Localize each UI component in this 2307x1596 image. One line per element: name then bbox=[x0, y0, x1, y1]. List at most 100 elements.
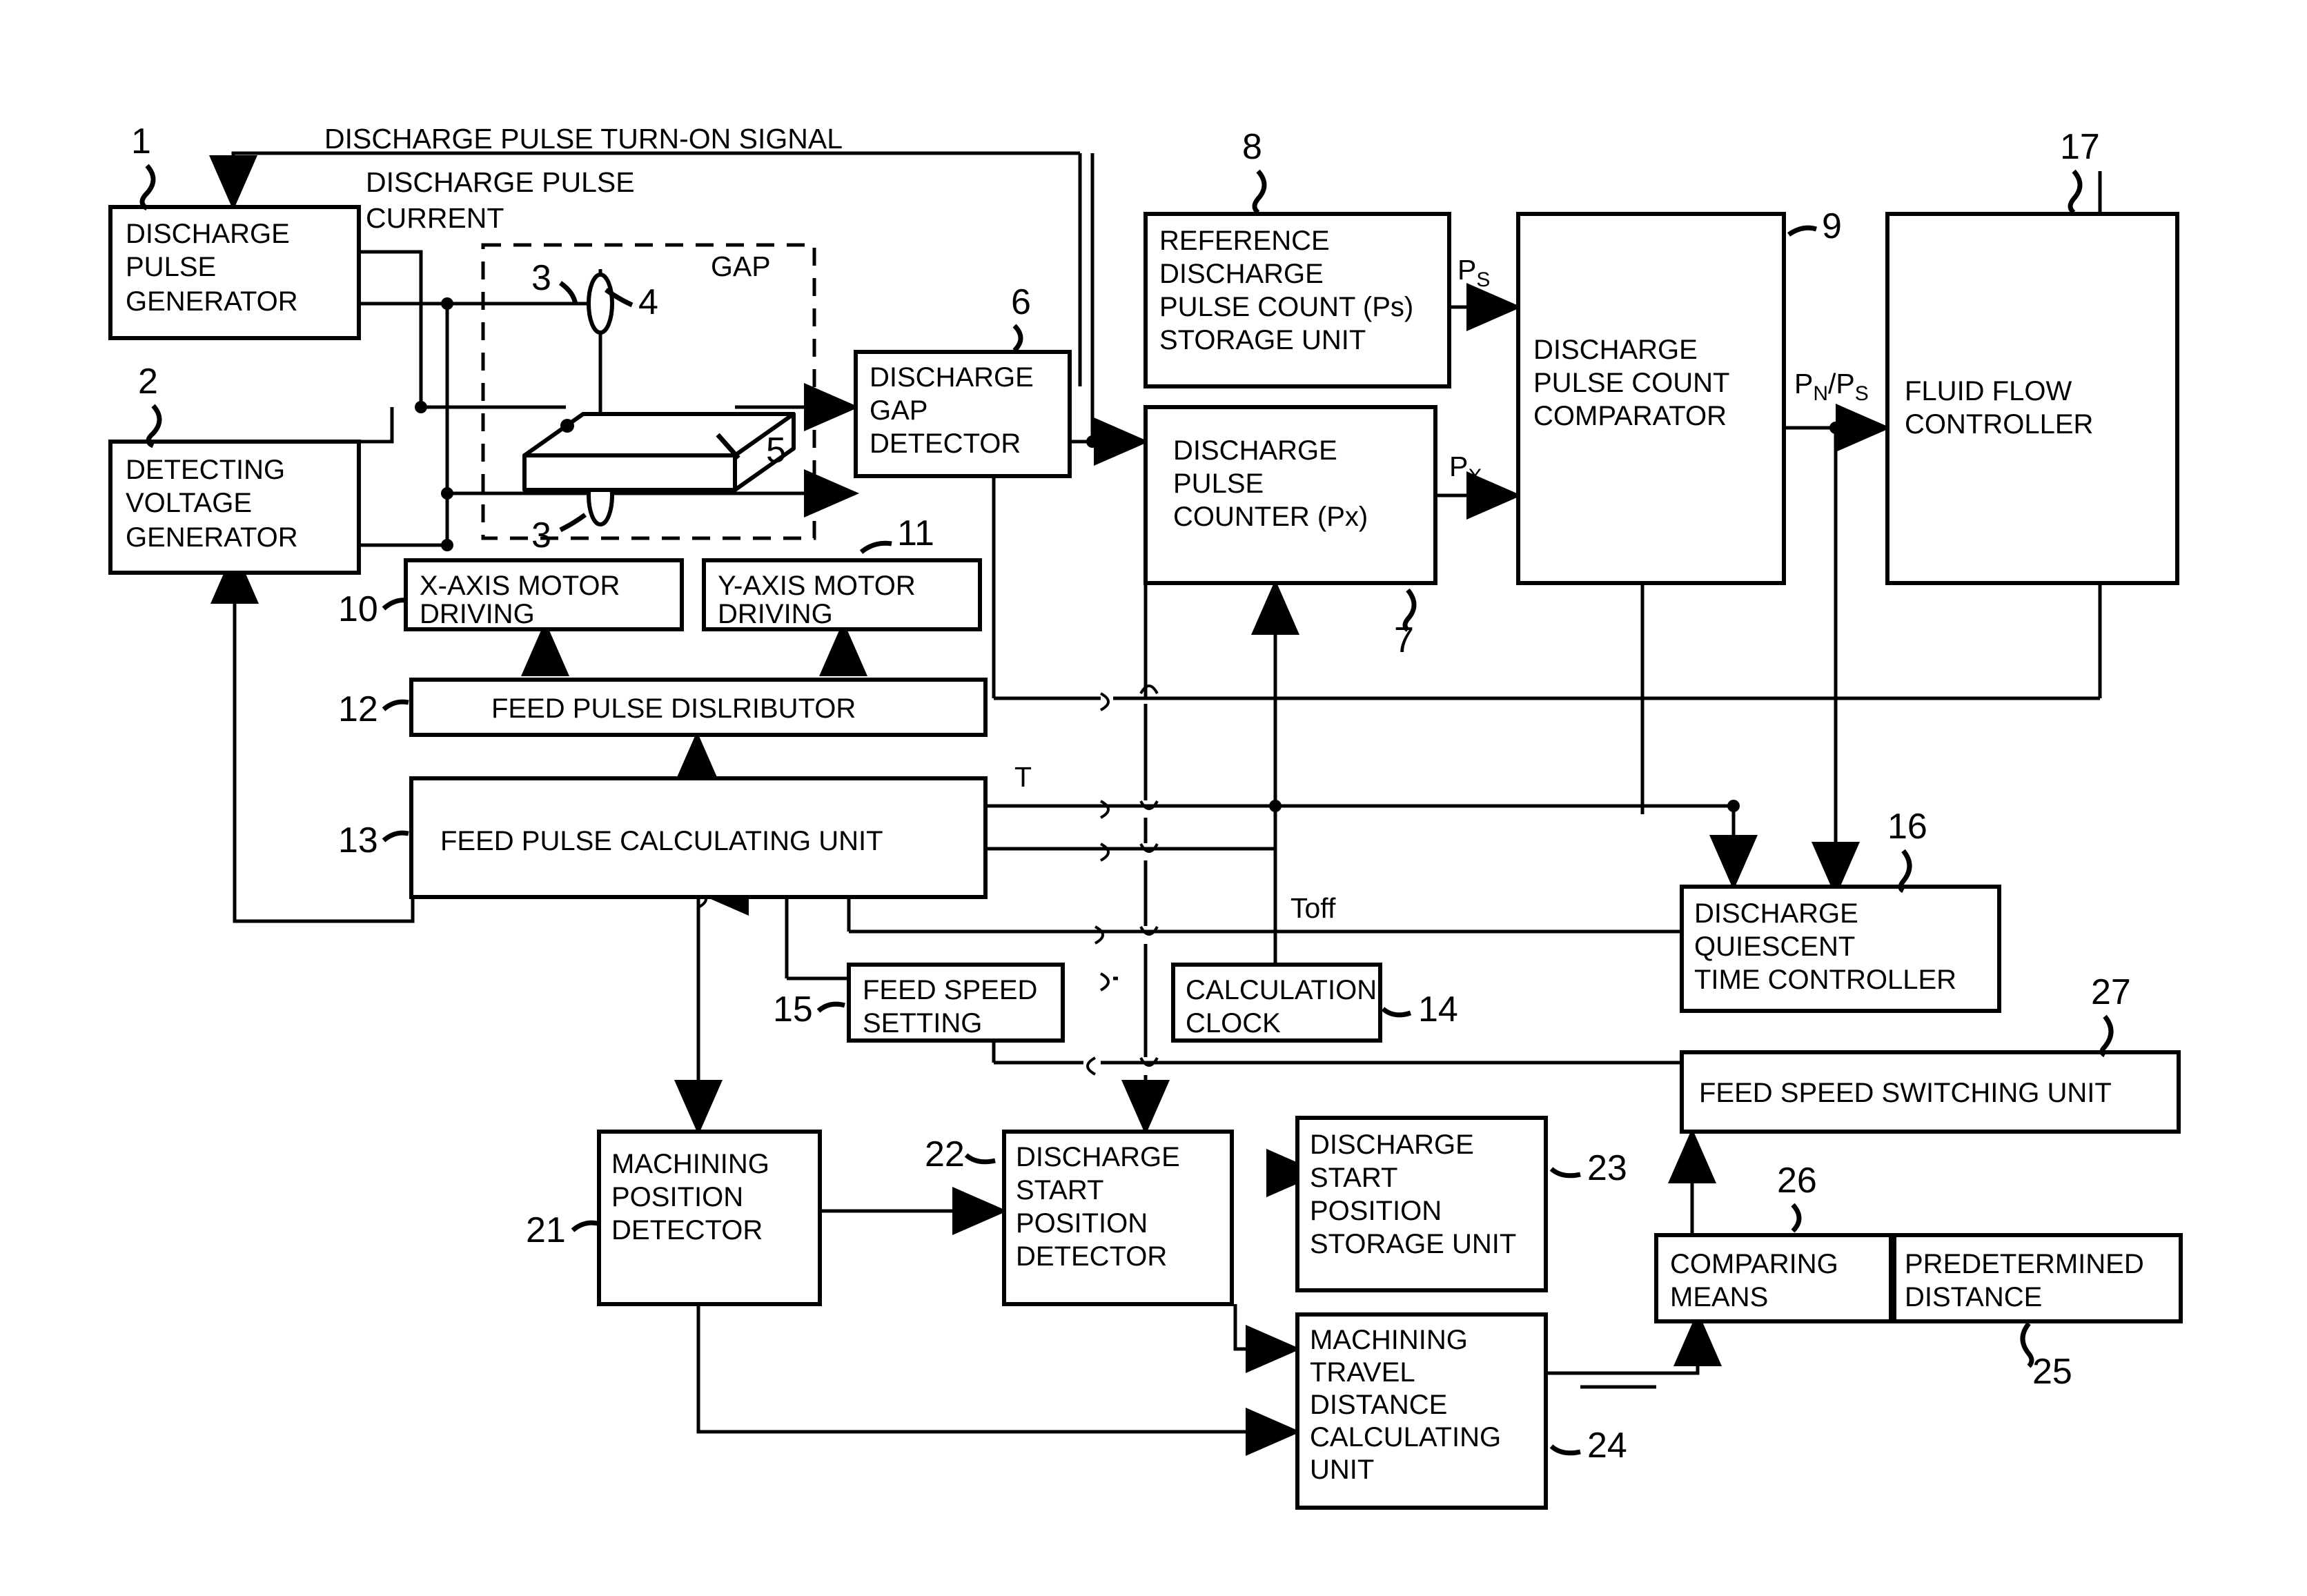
block-6-line-2: DETECTOR bbox=[870, 428, 1021, 459]
ref-4: 4 bbox=[638, 282, 658, 322]
block-23-line-1: START bbox=[1310, 1163, 1397, 1193]
ref-23: 23 bbox=[1587, 1148, 1627, 1188]
block-discharge-start-position-storage[interactable]: DISCHARGE START POSITION STORAGE UNIT bbox=[1295, 1116, 1548, 1292]
block-2-line-0: DETECTING bbox=[126, 455, 285, 485]
label-pulse-current-2: CURRENT bbox=[366, 202, 504, 234]
svg-text:PN/PS: PN/PS bbox=[1794, 368, 1869, 405]
block-calculation-clock[interactable]: CALCULATION CLOCK bbox=[1171, 963, 1382, 1043]
block-1-line-2: GENERATOR bbox=[126, 286, 298, 317]
ref-3-upper: 3 bbox=[531, 258, 551, 298]
block-12-line-0: FEED PULSE DISLRIBUTOR bbox=[491, 693, 856, 724]
block-comparing-means[interactable]: COMPARING MEANS bbox=[1654, 1233, 1893, 1323]
block-23-line-2: POSITION bbox=[1310, 1196, 1442, 1226]
block-reference-pulse-count-storage[interactable]: REFERENCE DISCHARGE PULSE COUNT (Ps) STO… bbox=[1143, 212, 1451, 388]
block-x-axis-motor-driving[interactable]: X-AXIS MOTOR DRIVING bbox=[404, 558, 684, 631]
block-1-line-0: DISCHARGE bbox=[126, 219, 290, 249]
ref-3-lower: 3 bbox=[531, 515, 551, 555]
block-diagram-canvas: DISCHARGE PULSE GENERATOR 1 DETECTING VO… bbox=[108, 121, 2183, 1510]
block-22-line-2: POSITION bbox=[1016, 1208, 1148, 1239]
block-feed-speed-setting[interactable]: FEED SPEED SETTING bbox=[847, 963, 1065, 1043]
block-feed-pulse-distributor[interactable]: FEED PULSE DISLRIBUTOR bbox=[409, 678, 988, 737]
gap-label: GAP bbox=[711, 250, 771, 282]
block-24-line-2: DISTANCE bbox=[1310, 1390, 1447, 1420]
block-1-line-1: PULSE bbox=[126, 252, 216, 282]
label-px: PX bbox=[1449, 451, 1482, 488]
block-16-line-2: TIME CONTROLLER bbox=[1694, 965, 1956, 995]
ref-17: 17 bbox=[2060, 127, 2100, 167]
wire-guide-upper bbox=[587, 273, 614, 335]
block-14-line-0: CALCULATION bbox=[1186, 975, 1377, 1005]
block-6-line-0: DISCHARGE bbox=[870, 362, 1034, 393]
block-9-line-2: COMPARATOR bbox=[1533, 401, 1727, 431]
label-turn-on-signal: DISCHARGE PULSE TURN-ON SIGNAL bbox=[324, 123, 843, 155]
block-discharge-gap-detector[interactable]: DISCHARGE GAP DETECTOR bbox=[854, 350, 1072, 478]
ref-10: 10 bbox=[338, 589, 378, 629]
ref-26: 26 bbox=[1777, 1161, 1817, 1201]
block-23-line-3: STORAGE UNIT bbox=[1310, 1229, 1516, 1259]
block-16-line-1: QUIESCENT bbox=[1694, 932, 1855, 962]
block-25-line-0: PREDETERMINED bbox=[1905, 1249, 2144, 1279]
block-15-line-1: SETTING bbox=[863, 1008, 982, 1038]
block-21-line-2: DETECTOR bbox=[611, 1215, 763, 1245]
block-7-line-2: COUNTER (Px) bbox=[1173, 502, 1368, 532]
ref-9: 9 bbox=[1822, 206, 1842, 246]
ref-24: 24 bbox=[1587, 1426, 1627, 1466]
block-8-line-3: STORAGE UNIT bbox=[1159, 325, 1366, 355]
block-machining-position-detector[interactable]: MACHINING POSITION DETECTOR bbox=[597, 1130, 822, 1306]
block-24-line-4: UNIT bbox=[1310, 1455, 1374, 1485]
ref-2: 2 bbox=[138, 362, 158, 402]
ref-13: 13 bbox=[338, 820, 378, 860]
ref-21: 21 bbox=[526, 1210, 566, 1250]
block-22-line-0: DISCHARGE bbox=[1016, 1142, 1180, 1172]
block-24-line-0: MACHINING bbox=[1310, 1325, 1468, 1355]
block-9-line-0: DISCHARGE bbox=[1533, 335, 1698, 365]
block-22-line-3: DETECTOR bbox=[1016, 1241, 1167, 1272]
block-24-line-1: TRAVEL bbox=[1310, 1357, 1415, 1388]
block-26-line-0: COMPARING bbox=[1670, 1249, 1838, 1279]
block-26-line-1: MEANS bbox=[1670, 1282, 1768, 1312]
label-pulse-current-1: DISCHARGE PULSE bbox=[366, 166, 635, 198]
block-fluid-flow-controller[interactable]: FLUID FLOW CONTROLLER bbox=[1885, 212, 2179, 585]
svg-text:PX: PX bbox=[1449, 451, 1482, 488]
block-13-line-0: FEED PULSE CALCULATING UNIT bbox=[440, 826, 883, 856]
block-16-line-0: DISCHARGE bbox=[1694, 898, 1858, 929]
ref-22: 22 bbox=[925, 1134, 965, 1174]
block-27-line-0: FEED SPEED SWITCHING UNIT bbox=[1699, 1078, 2112, 1108]
block-discharge-quiescent-time-controller[interactable]: DISCHARGE QUIESCENT TIME CONTROLLER bbox=[1680, 885, 2001, 1013]
block-14-line-1: CLOCK bbox=[1186, 1008, 1281, 1038]
block-11-line-0: Y-AXIS MOTOR bbox=[718, 571, 916, 601]
block-17-line-1: CONTROLLER bbox=[1905, 409, 2093, 440]
block-discharge-pulse-counter[interactable]: DISCHARGE PULSE COUNTER (Px) bbox=[1143, 405, 1437, 585]
block-7-line-0: DISCHARGE bbox=[1173, 435, 1337, 466]
ref-12: 12 bbox=[338, 689, 378, 729]
block-discharge-pulse-generator[interactable]: DISCHARGE PULSE GENERATOR bbox=[108, 205, 361, 340]
ref-16: 16 bbox=[1887, 807, 1927, 847]
label-toff: Toff bbox=[1290, 892, 1336, 924]
ref-1: 1 bbox=[131, 121, 151, 161]
patent-figure: DISCHARGE PULSE GENERATOR 1 DETECTING VO… bbox=[0, 0, 2307, 1596]
block-predetermined-distance[interactable]: PREDETERMINED DISTANCE bbox=[1892, 1233, 2183, 1323]
block-feed-speed-switching-unit[interactable]: FEED SPEED SWITCHING UNIT bbox=[1680, 1050, 2181, 1134]
ref-25: 25 bbox=[2032, 1352, 2072, 1392]
block-8-line-2: PULSE COUNT (Ps) bbox=[1159, 292, 1413, 322]
ref-27: 27 bbox=[2091, 972, 2131, 1012]
block-feed-pulse-calculating-unit[interactable]: FEED PULSE CALCULATING UNIT bbox=[409, 776, 988, 899]
block-22-line-1: START bbox=[1016, 1175, 1103, 1205]
block-detecting-voltage-generator[interactable]: DETECTING VOLTAGE GENERATOR bbox=[108, 440, 361, 575]
block-2-line-2: GENERATOR bbox=[126, 522, 298, 553]
block-machining-travel-distance-calculating-unit[interactable]: MACHINING TRAVEL DISTANCE CALCULATING UN… bbox=[1295, 1312, 1548, 1510]
ref-5: 5 bbox=[766, 431, 786, 471]
svg-text:PS: PS bbox=[1457, 254, 1490, 291]
block-6-line-1: GAP bbox=[870, 395, 927, 426]
block-y-axis-motor-driving[interactable]: Y-AXIS MOTOR DRIVING bbox=[702, 558, 982, 631]
block-21-line-1: POSITION bbox=[611, 1182, 743, 1212]
block-11-line-1: DRIVING bbox=[718, 599, 833, 629]
block-discharge-pulse-count-comparator[interactable]: DISCHARGE PULSE COUNT COMPARATOR bbox=[1516, 212, 1786, 585]
ref-8: 8 bbox=[1242, 127, 1262, 167]
block-10-line-1: DRIVING bbox=[420, 599, 535, 629]
block-21-line-0: MACHINING bbox=[611, 1149, 769, 1179]
block-2-line-1: VOLTAGE bbox=[126, 488, 252, 518]
block-15-line-0: FEED SPEED bbox=[863, 975, 1037, 1005]
block-10-line-0: X-AXIS MOTOR bbox=[420, 571, 620, 601]
block-discharge-start-position-detector[interactable]: DISCHARGE START POSITION DETECTOR bbox=[1002, 1130, 1234, 1306]
